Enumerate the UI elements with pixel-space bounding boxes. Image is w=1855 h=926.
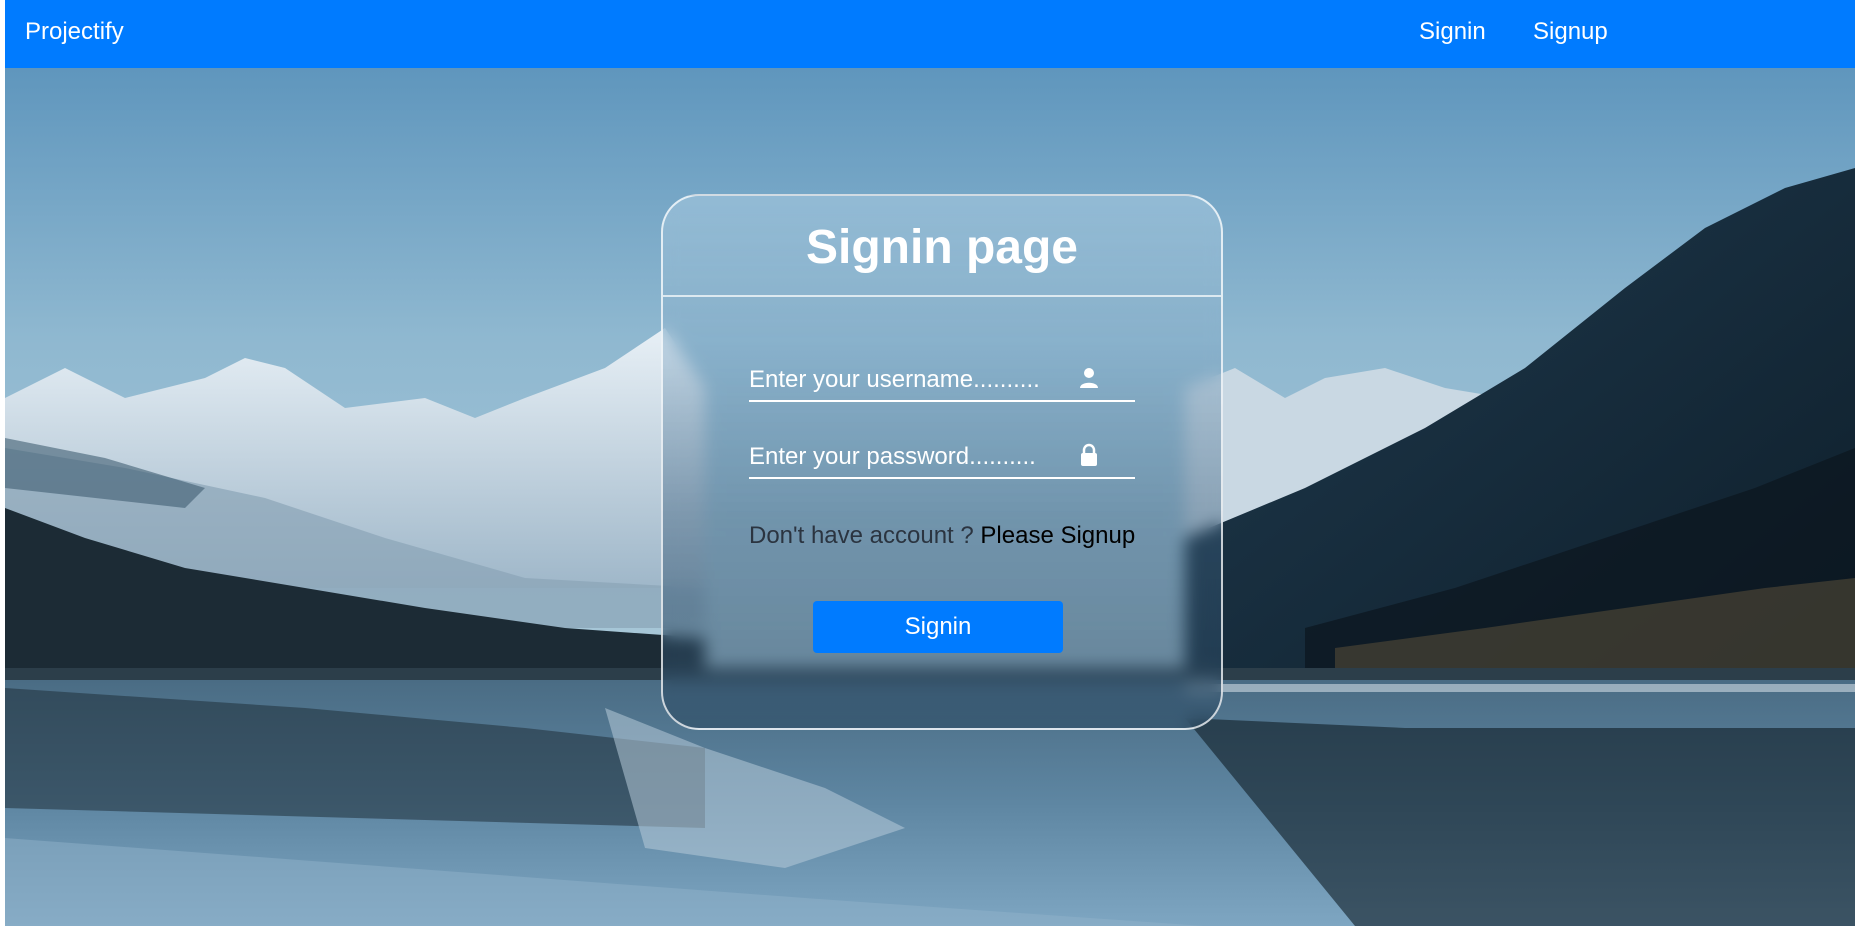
signin-card: Signin page Don't have account ? [661,194,1223,730]
user-icon [1077,366,1101,390]
signup-prompt-text: Don't have account ? [749,522,974,549]
page-title: Signin page [805,221,1078,274]
card-divider [663,295,1221,297]
signup-prompt: Don't have account ? Please Signup [749,522,1135,550]
username-field [749,360,1135,402]
username-input[interactable] [749,364,1069,396]
nav-signup-link[interactable]: Signup [1533,18,1608,46]
signup-link[interactable]: Please Signup [980,522,1135,549]
brand-link[interactable]: Projectify [25,18,124,46]
nav-signin-link[interactable]: Signin [1419,18,1486,46]
password-field [749,437,1135,479]
password-input[interactable] [749,441,1069,473]
page: Projectify Signin Signup Signin page Ent… [5,0,1855,926]
signin-button[interactable]: Signin [813,601,1063,653]
navbar: Projectify Signin Signup [5,0,1855,68]
lock-icon [1077,443,1101,467]
